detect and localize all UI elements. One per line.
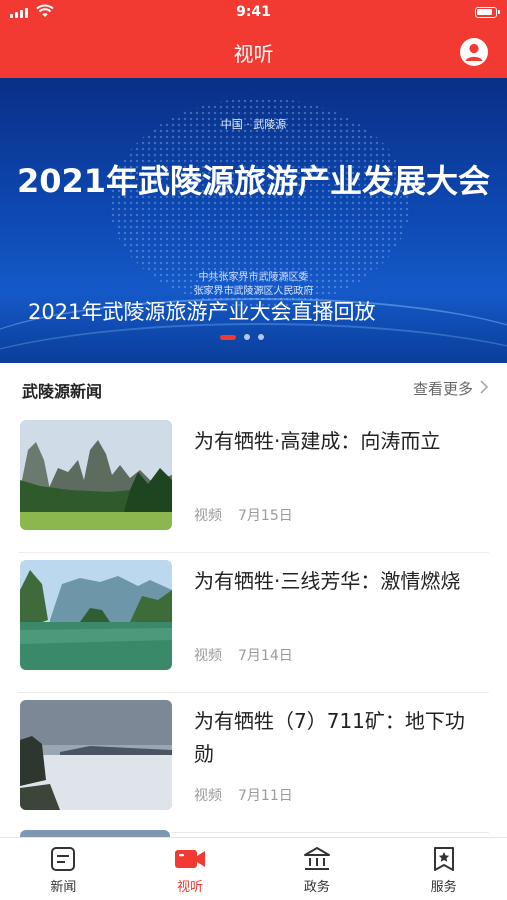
tab-services[interactable]: 服务 bbox=[380, 838, 507, 900]
news-type: 视频 bbox=[194, 788, 222, 804]
banner-carousel[interactable]: 中国 · 武陵源 2021年武陵源旅游产业发展大会 中共张家界市武陵源区委 张家… bbox=[0, 78, 507, 363]
tab-label: 视听 bbox=[177, 880, 204, 895]
chevron-right-icon[interactable] bbox=[477, 377, 491, 397]
banner-top-text: 中国 · 武陵源 bbox=[220, 118, 287, 131]
news-thumbnail[interactable] bbox=[20, 560, 172, 670]
user-profile-icon[interactable] bbox=[459, 37, 489, 67]
news-item[interactable]: 为有牺牲（7）711矿：地下功勋 视频 7月11日 bbox=[18, 693, 489, 833]
tab-video[interactable]: 视听 bbox=[127, 838, 254, 900]
news-type: 视频 bbox=[194, 648, 222, 664]
pager-dot-active[interactable] bbox=[220, 334, 236, 340]
tab-government[interactable]: 政务 bbox=[254, 838, 381, 900]
status-time: 9:41 bbox=[236, 4, 271, 20]
tab-label: 服务 bbox=[430, 880, 457, 895]
news-thumbnail[interactable] bbox=[20, 700, 172, 810]
news-meta: 视频 7月15日 bbox=[194, 505, 293, 525]
carousel-pager[interactable] bbox=[220, 334, 264, 340]
news-icon bbox=[51, 847, 76, 871]
page-title: 视听 bbox=[233, 42, 274, 66]
tab-label: 政务 bbox=[303, 880, 330, 895]
news-headline[interactable]: 为有牺牲·三线芳华：激情燃烧 bbox=[194, 565, 484, 598]
banner-headline: 2021年武陵源旅游产业发展大会 bbox=[16, 162, 491, 200]
pager-dot[interactable] bbox=[258, 334, 264, 340]
tab-label: 新闻 bbox=[50, 880, 77, 895]
view-more-link[interactable]: 查看更多 bbox=[413, 378, 473, 399]
news-date: 7月11日 bbox=[238, 788, 293, 804]
nav-bar: 视听 bbox=[0, 26, 507, 78]
tab-news[interactable]: 新闻 bbox=[0, 838, 127, 900]
video-camera-icon bbox=[175, 850, 206, 868]
news-meta: 视频 7月14日 bbox=[194, 645, 293, 665]
news-item[interactable]: 为有牺牲·三线芳华：激情燃烧 视频 7月14日 bbox=[18, 553, 489, 693]
news-headline[interactable]: 为有牺牲·高建成：向涛而立 bbox=[194, 425, 484, 458]
news-section-header: 武陵源新闻 查看更多 bbox=[0, 363, 507, 413]
status-bar: 9:41 bbox=[0, 0, 507, 26]
battery-icon bbox=[475, 7, 500, 18]
banner-organizer: 中共张家界市武陵源区委 bbox=[198, 272, 309, 283]
news-date: 7月15日 bbox=[238, 508, 293, 524]
news-item[interactable]: 为有牺牲·高建成：向涛而立 视频 7月15日 bbox=[18, 413, 489, 553]
news-meta: 视频 7月11日 bbox=[194, 785, 293, 805]
bottom-tab-bar: 新闻 视听 政务 服务 bbox=[0, 837, 507, 900]
section-title: 武陵源新闻 bbox=[22, 382, 103, 401]
banner-organizer: 张家界市武陵源区人民政府 bbox=[193, 286, 314, 297]
pager-dot[interactable] bbox=[244, 334, 250, 340]
banner-caption: 2021年武陵源旅游产业大会直播回放 bbox=[28, 300, 376, 324]
government-building-icon bbox=[303, 847, 330, 870]
news-date: 7月14日 bbox=[238, 648, 293, 664]
star-bookmark-icon bbox=[433, 847, 454, 871]
news-list: 为有牺牲·高建成：向涛而立 视频 7月15日 为有牺牲·三线芳华：激情燃烧 视频 7… bbox=[0, 413, 507, 833]
news-headline[interactable]: 为有牺牲（7）711矿：地下功勋 bbox=[194, 705, 484, 771]
news-thumbnail[interactable] bbox=[20, 420, 172, 530]
news-type: 视频 bbox=[194, 508, 222, 524]
